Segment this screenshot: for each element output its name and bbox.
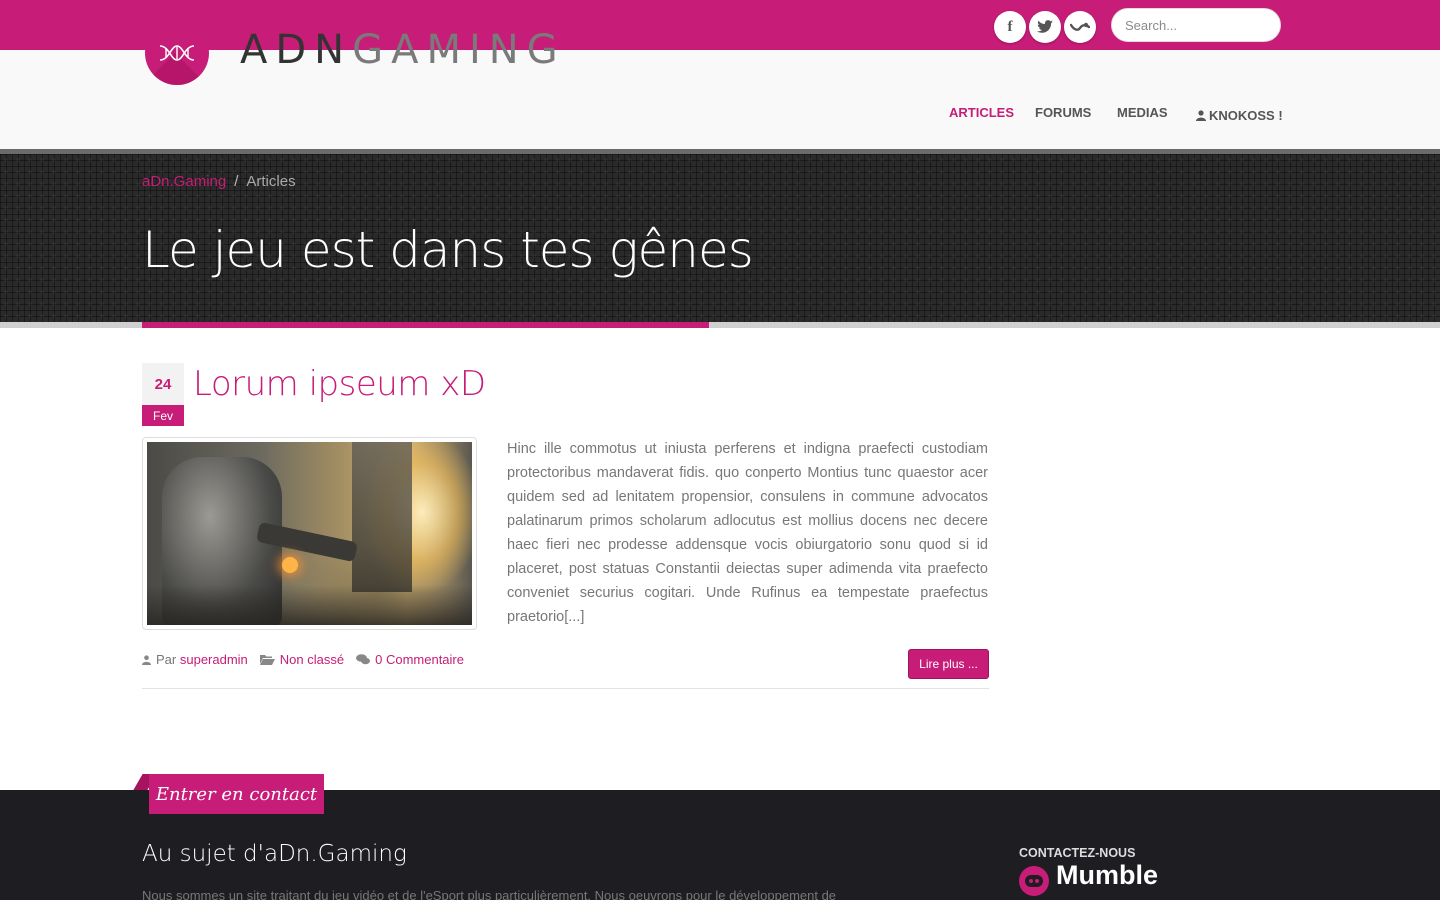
logo-text-secondary: GAMING — [352, 27, 566, 73]
post-date-day: 24 — [142, 363, 184, 405]
nav-user-account[interactable]: KNOKOSS ! — [1196, 105, 1283, 125]
hero-accent-bar — [142, 322, 709, 328]
mumble-link[interactable]: Mumble — [1056, 860, 1158, 891]
steam-shape — [1070, 22, 1090, 31]
post-thumbnail-image — [147, 442, 472, 625]
breadcrumb-home-link[interactable]: aDn.Gaming — [142, 173, 226, 190]
user-icon — [142, 654, 151, 665]
post-excerpt: Hinc ille commotus ut iniusta perferens … — [507, 441, 988, 625]
nav-forums[interactable]: FORUMS — [1035, 105, 1091, 125]
nav-user-label: KNOKOSS ! — [1209, 107, 1283, 123]
mumble-face — [1025, 875, 1043, 887]
twitter-icon[interactable] — [1029, 11, 1061, 43]
logo-icon[interactable] — [145, 21, 209, 85]
post-meta-by-label: Par — [156, 652, 177, 667]
post-date-month: Fev — [142, 405, 184, 426]
logo-wordmark[interactable]: ADNGAMING — [240, 30, 566, 70]
post-author-link[interactable]: superadmin — [180, 652, 248, 667]
post-divider — [142, 688, 989, 689]
breadcrumb: aDn.Gaming / Articles — [142, 173, 296, 190]
footer-about-text: Nous sommes un site traitant du jeu vidé… — [142, 888, 837, 900]
dna-icon — [159, 45, 195, 61]
post-date: 24 Fev — [142, 363, 184, 427]
post-category-link[interactable]: Non classé — [280, 652, 344, 667]
mumble-icon[interactable] — [1019, 866, 1049, 896]
image-ground — [147, 585, 472, 625]
steam-icon[interactable] — [1064, 11, 1096, 43]
read-more-button[interactable]: Lire plus ... — [908, 649, 989, 679]
nav-medias[interactable]: MEDIAS — [1117, 105, 1168, 125]
logo-text-primary: ADN — [240, 27, 353, 73]
search-input[interactable] — [1111, 8, 1281, 42]
breadcrumb-separator: / — [234, 173, 239, 190]
post-title-link[interactable]: Lorum ipseum xD — [193, 362, 486, 406]
image-glow — [282, 557, 298, 573]
mumble-eye-left — [1029, 879, 1033, 883]
page-title: Le jeu est dans tes gênes — [142, 221, 754, 279]
nav-articles[interactable]: ARTICLES — [949, 105, 1014, 125]
facebook-icon[interactable]: f — [994, 11, 1026, 43]
site-header — [0, 50, 1440, 150]
breadcrumb-current: Articles — [246, 173, 296, 190]
comments-icon — [356, 654, 371, 665]
footer-contact-heading: CONTACTEZ-NOUS — [1019, 846, 1136, 860]
user-icon — [1196, 109, 1206, 121]
twitter-bird-shape — [1037, 20, 1053, 33]
post-comments-link[interactable]: 0 Commentaire — [375, 652, 464, 667]
post-meta: Par superadmin Non classé 0 Commentaire — [142, 652, 464, 667]
post-thumbnail[interactable] — [142, 437, 477, 630]
footer-about-title: Au sujet d'aDn.Gaming — [142, 841, 407, 867]
folder-open-icon — [259, 655, 275, 665]
mumble-eye-right — [1035, 879, 1039, 883]
image-structure — [352, 442, 412, 592]
contact-tab[interactable]: Entrer en contact — [149, 774, 324, 814]
